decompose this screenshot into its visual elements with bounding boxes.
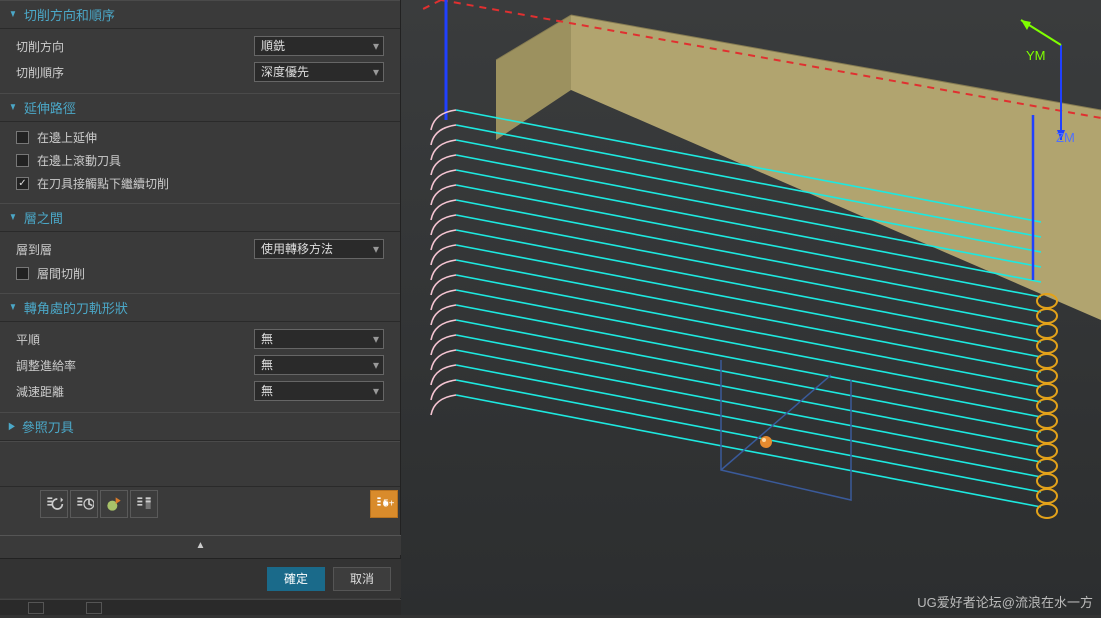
extend-on-edge-checkbox[interactable]: [16, 131, 29, 144]
cut-direction-label: 切削方向: [16, 38, 254, 55]
regen-operation-icon[interactable]: [70, 490, 98, 518]
chevron-down-icon: [9, 102, 17, 113]
stock-block: [496, 15, 1101, 320]
section-ref-tool[interactable]: 參照刀具: [0, 412, 400, 441]
axis-z-label: ZM: [1056, 130, 1075, 145]
regen-list-icon[interactable]: [40, 490, 68, 518]
spacer: [0, 441, 400, 487]
cut-order-label: 切削順序: [16, 64, 254, 81]
smooth-label: 平順: [16, 331, 254, 348]
section-corner-shape[interactable]: 轉角處的刀軌形狀: [0, 293, 400, 322]
chevron-down-icon: [9, 212, 17, 223]
section-extend-path-body: 在邊上延伸 在邊上滾動刀具 ✓ 在刀具接觸點下繼續切削: [0, 122, 400, 203]
adjust-feed-label: 調整進給率: [16, 357, 254, 374]
layer-to-layer-label: 層到層: [16, 241, 254, 258]
continue-below-contact-label: 在刀具接觸點下繼續切削: [37, 175, 169, 192]
viewport-3d[interactable]: YM ZM UG爱好者论坛@流浪在水一方: [401, 0, 1101, 615]
cut-order-select[interactable]: 深度優先: [254, 62, 384, 82]
chevron-right-icon: [9, 421, 15, 432]
extend-on-edge-label: 在邊上延伸: [37, 129, 97, 146]
section-cut-direction[interactable]: 切削方向和順序: [0, 0, 400, 29]
smooth-select[interactable]: 無: [254, 329, 384, 349]
layer-to-layer-select[interactable]: 使用轉移方法: [254, 239, 384, 259]
section-extend-path[interactable]: 延伸路徑: [0, 93, 400, 122]
viewport-scene: [401, 0, 1101, 615]
section-title: 轉角處的刀軌形狀: [24, 298, 128, 317]
watermark: UG爱好者论坛@流浪在水一方: [917, 592, 1093, 611]
toolbar: 5+: [40, 490, 398, 518]
section-between-layers[interactable]: 層之間: [0, 203, 400, 232]
tool-point-highlight: [762, 438, 766, 442]
section-title: 切削方向和順序: [24, 5, 115, 24]
decel-dist-label: 減速距離: [16, 383, 254, 400]
section-title: 層之間: [24, 208, 63, 227]
list-toolpath-icon[interactable]: [130, 490, 158, 518]
section-title: 延伸路徑: [24, 98, 76, 117]
generate-icon[interactable]: 5+: [370, 490, 398, 518]
tool-point-icon: [760, 436, 772, 448]
bottom-ruler: [0, 599, 401, 615]
interlayer-cut-label: 層間切削: [37, 265, 85, 282]
chevron-down-icon: [9, 9, 17, 20]
interlayer-cut-checkbox[interactable]: [16, 267, 29, 280]
chevron-up-icon: ▲: [196, 540, 206, 551]
decel-dist-select[interactable]: 無: [254, 381, 384, 401]
section-cut-direction-body: 切削方向 順銑 切削順序 深度優先: [0, 29, 400, 93]
pocket-outline: [721, 360, 851, 500]
section-corner-shape-body: 平順 無 調整進給率 無 減速距離 無: [0, 322, 400, 412]
chevron-down-icon: [9, 302, 17, 313]
settings-panel: 切削方向和順序 切削方向 順銑 切削順序 深度優先 延伸路徑 在邊上延伸 在邊上…: [0, 0, 401, 615]
roll-on-edge-label: 在邊上滾動刀具: [37, 152, 121, 169]
dialog-footer: 確定 取消: [0, 558, 401, 598]
roll-on-edge-checkbox[interactable]: [16, 154, 29, 167]
section-between-layers-body: 層到層 使用轉移方法 層間切削: [0, 232, 400, 293]
svg-text:5+: 5+: [383, 499, 394, 510]
lead-in-arcs: [431, 110, 456, 415]
continue-below-contact-checkbox[interactable]: ✓: [16, 177, 29, 190]
collapse-bar[interactable]: ▲: [0, 535, 401, 555]
adjust-feed-select[interactable]: 無: [254, 355, 384, 375]
axis-y-label: YM: [1026, 48, 1046, 63]
section-title: 參照刀具: [22, 417, 74, 436]
cut-direction-select[interactable]: 順銑: [254, 36, 384, 56]
cancel-button[interactable]: 取消: [333, 567, 391, 591]
ok-button[interactable]: 確定: [267, 567, 325, 591]
verify-toolpath-icon[interactable]: [100, 490, 128, 518]
